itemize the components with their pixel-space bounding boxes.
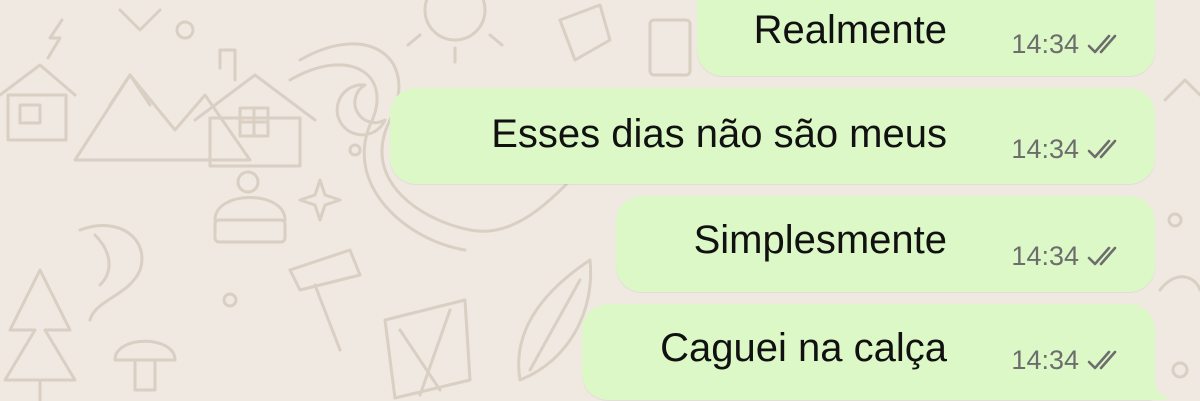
read-double-check-icon (1087, 139, 1117, 159)
outgoing-message-bubble[interactable]: Simplesmente 14:34 (616, 196, 1155, 292)
message-timestamp: 14:34 (1011, 134, 1079, 164)
outgoing-message-bubble[interactable]: Esses dias não são meus 14:34 (390, 88, 1155, 184)
chat-message-list[interactable]: Realmente 14:34 Esses dias não são meus … (0, 0, 1200, 401)
message-text: Realmente (753, 8, 947, 52)
message-timestamp: 14:34 (1011, 241, 1079, 271)
message-text: Esses dias não são meus (491, 112, 947, 156)
outgoing-message-bubble[interactable]: Caguei na calça 14:34 (582, 304, 1155, 400)
message-text: Simplesmente (693, 218, 947, 262)
message-timestamp: 14:34 (1011, 29, 1079, 59)
read-double-check-icon (1087, 350, 1117, 370)
message-timestamp: 14:34 (1011, 345, 1079, 375)
bubble-tail-icon (1148, 375, 1170, 400)
outgoing-message-bubble[interactable]: Realmente 14:34 (697, 0, 1155, 76)
read-double-check-icon (1087, 34, 1117, 54)
read-double-check-icon (1087, 246, 1117, 266)
message-text: Caguei na calça (660, 326, 947, 370)
